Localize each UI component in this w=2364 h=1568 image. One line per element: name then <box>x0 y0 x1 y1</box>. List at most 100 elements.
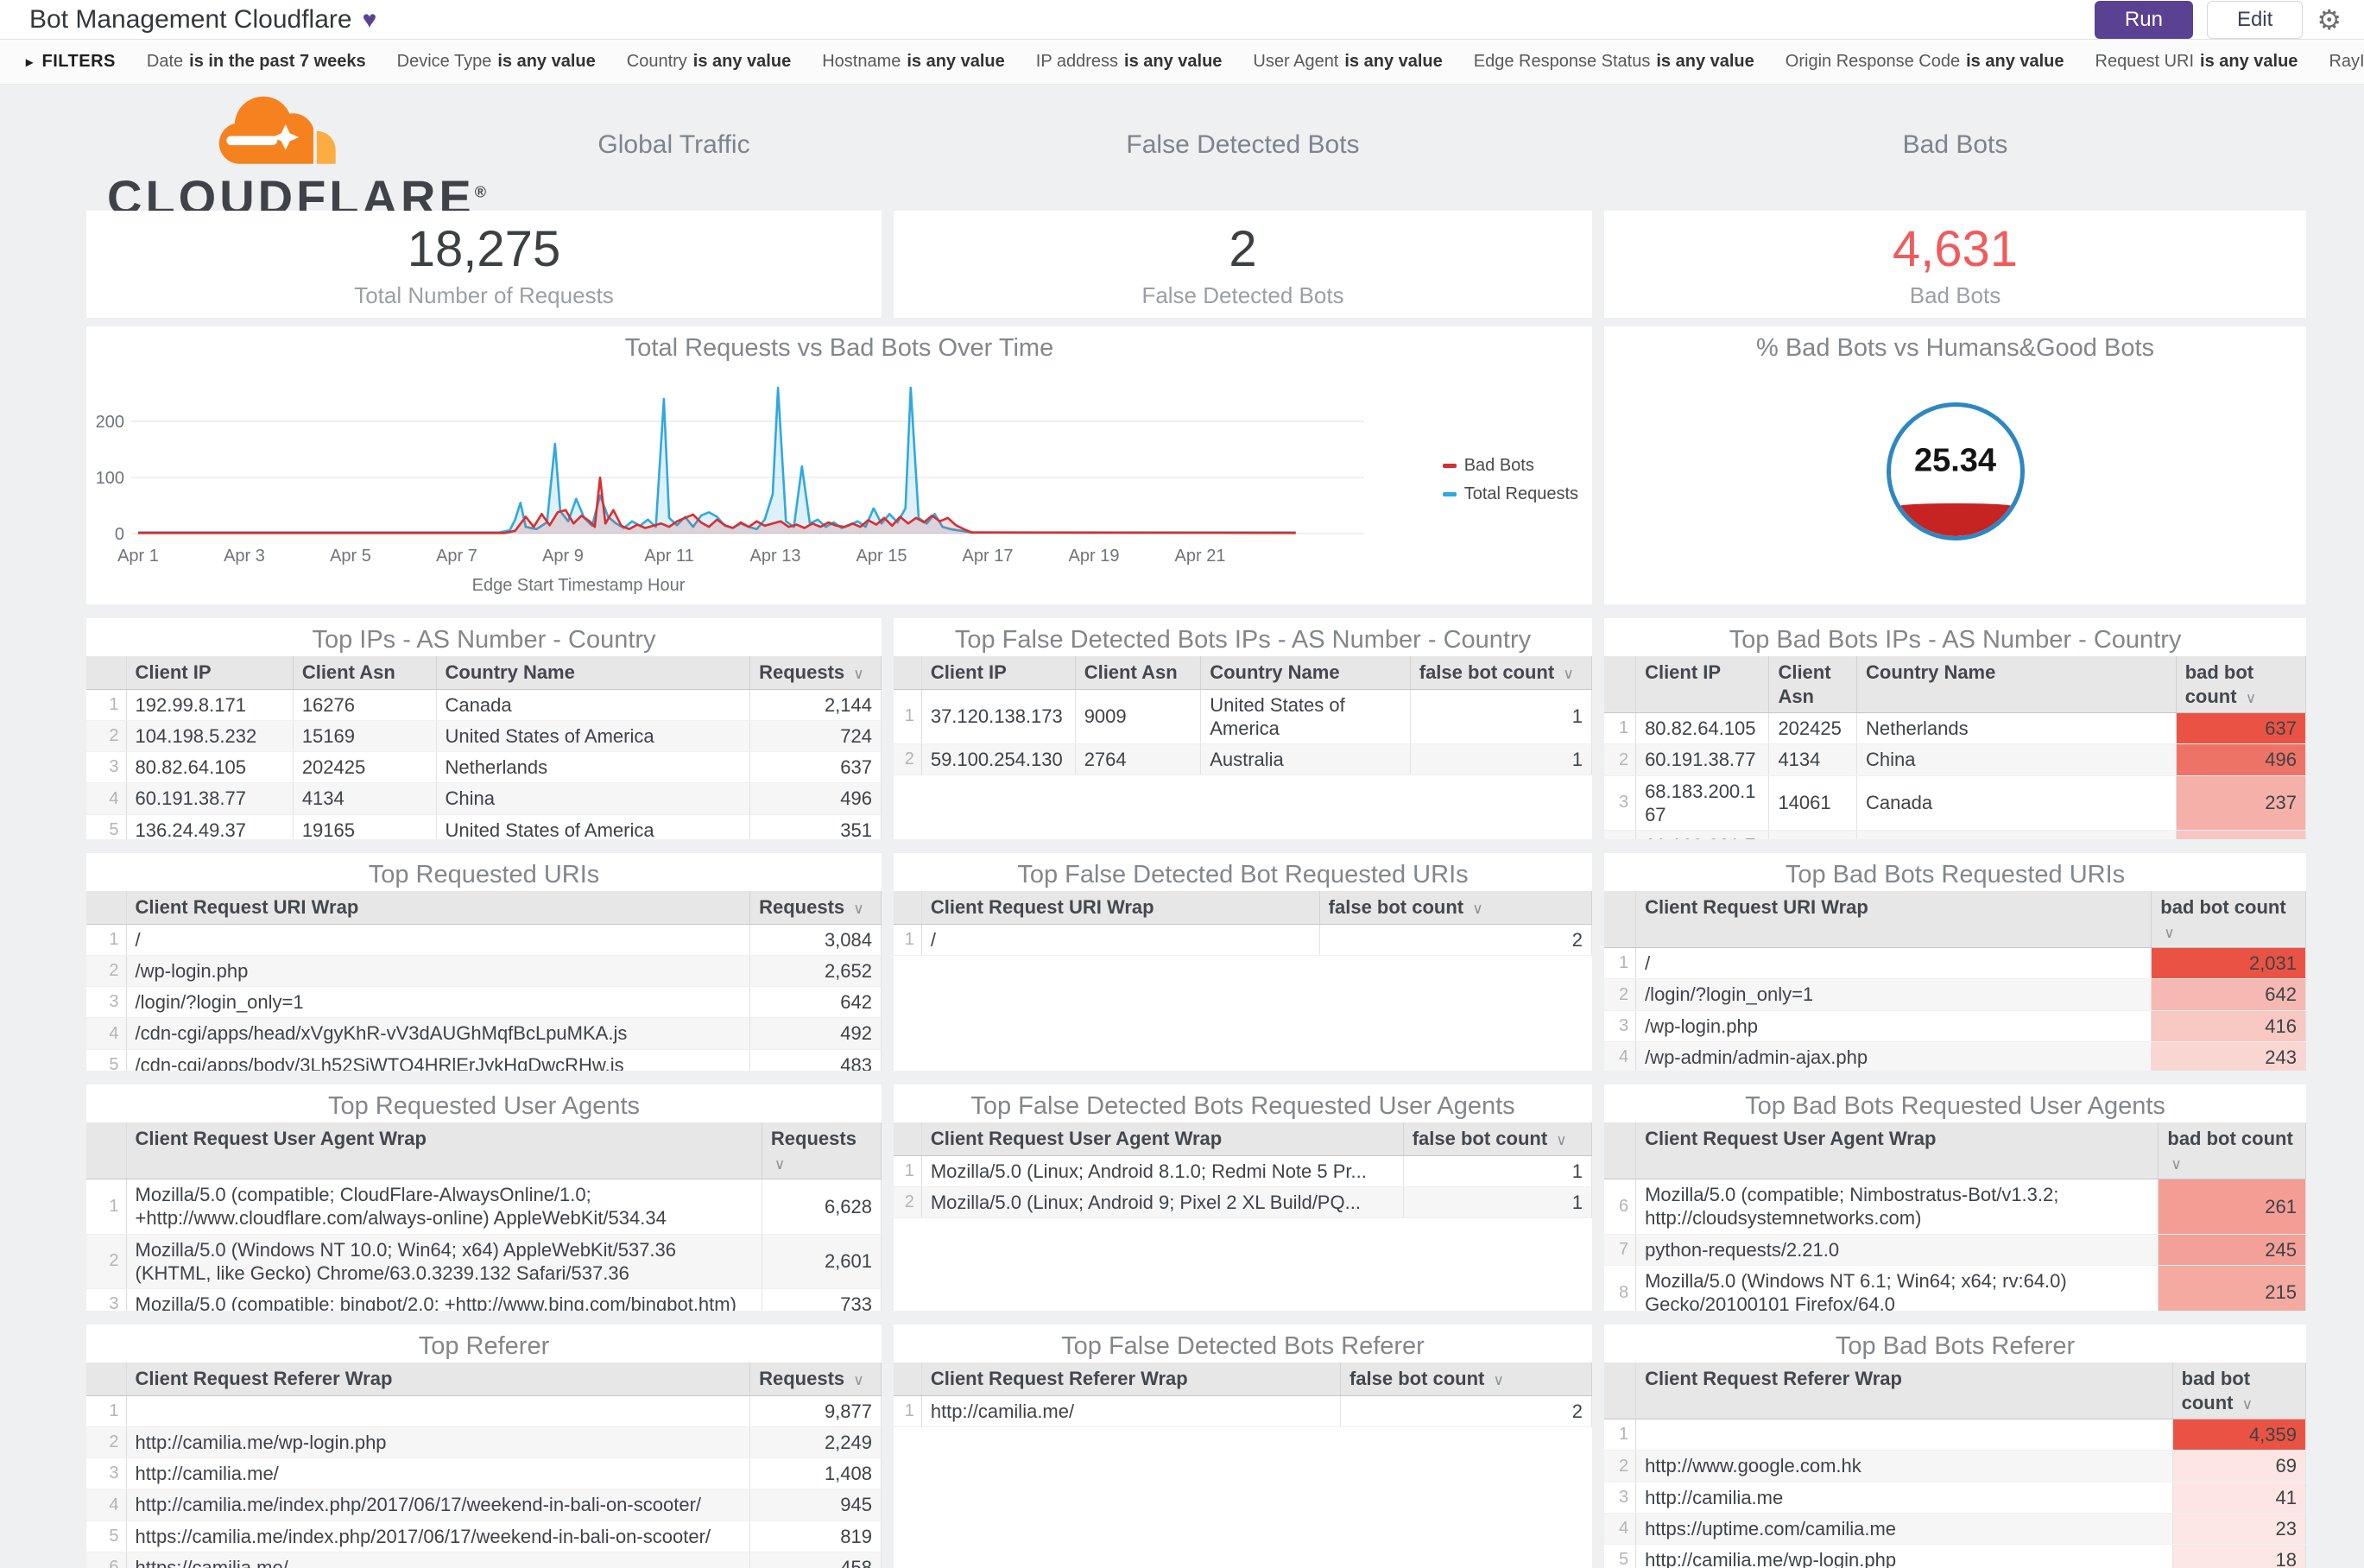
table-cell[interactable]: 60.191.38.77 <box>1635 743 1770 776</box>
table-cell[interactable]: / <box>1635 947 2152 980</box>
table-row[interactable]: 3 http://camilia.me/1,408 <box>86 1457 882 1490</box>
table-cell[interactable]: https://camilia.me/index.php/2017/06/17/… <box>126 1521 751 1552</box>
table-cell[interactable]: Mozilla/5.0 (Windows NT 6.1; Win64; x64;… <box>1635 1265 2159 1311</box>
count-cell[interactable]: 41 <box>2172 1482 2306 1514</box>
table-row[interactable]: 5 http://camilia.me/wp-login.php 18 <box>1604 1544 2306 1568</box>
table-cell[interactable]: /wp-admin/admin-ajax.php <box>1635 1041 2152 1071</box>
count-cell[interactable]: 1,408 <box>749 1457 882 1490</box>
table-row[interactable]: 4/wp-admin/admin-ajax.php 243 <box>1604 1041 2306 1071</box>
count-column-header[interactable]: Requests ∨ <box>762 1122 882 1179</box>
table-cell[interactable]: http://camilia.me/ <box>126 1457 751 1490</box>
table-row[interactable]: 1 192.99.8.171 16276 Canada 2,144 <box>86 689 882 721</box>
table-cell[interactable]: http://camilia.me/ <box>921 1395 1341 1427</box>
table-row[interactable]: 2/wp-login.php 2,652 <box>86 955 882 988</box>
column-header[interactable]: Country Name <box>1200 656 1411 690</box>
count-cell[interactable]: 215 <box>2158 1265 2306 1311</box>
column-header[interactable]: Client Request Referer Wrap <box>126 1363 751 1396</box>
run-button[interactable]: Run <box>2094 0 2193 39</box>
count-cell[interactable]: 2,601 <box>762 1234 882 1290</box>
count-column-header[interactable]: Requests ∨ <box>749 891 882 925</box>
table-row[interactable]: 3/login/?login_only=1 642 <box>86 986 882 1019</box>
table-row[interactable]: 1 Mozilla/5.0 (compatible; CloudFlare-Alw… <box>86 1179 882 1235</box>
column-header[interactable]: Client IP <box>1635 656 1770 713</box>
table-row[interactable]: 1 Mozilla/5.0 (Linux; Android 8.1.0; Redm… <box>894 1155 1592 1187</box>
table-row[interactable]: 5/cdn-cgi/apps/body/3Lh52SjWTQ4HRlErJykH… <box>86 1049 882 1071</box>
table-cell[interactable]: 202425 <box>1768 712 1857 745</box>
count-column-header[interactable]: false bot count ∨ <box>1319 891 1592 925</box>
count-cell[interactable]: 9,877 <box>749 1395 882 1427</box>
count-cell[interactable]: 496 <box>749 782 882 815</box>
table-cell[interactable]: /login/?login_only=1 <box>1635 978 2152 1011</box>
column-header[interactable]: Client Asn <box>1768 656 1857 713</box>
table-cell[interactable]: python-requests/2.21.0 <box>1635 1234 2159 1266</box>
table-cell[interactable]: 37.120.138.173 <box>921 689 1076 745</box>
count-cell[interactable]: 3,084 <box>749 924 882 956</box>
table-cell[interactable]: /wp-login.php <box>1635 1010 2152 1042</box>
table-cell[interactable]: 60.191.38.77 <box>126 782 294 815</box>
count-cell[interactable]: 23 <box>2172 1513 2306 1546</box>
count-cell[interactable]: 144 <box>2176 830 2306 839</box>
table-cell[interactable]: 61.160.221.73 <box>1635 830 1770 839</box>
table-cell[interactable]: 15169 <box>293 720 437 753</box>
table-cell[interactable]: China <box>1856 743 2177 776</box>
filter-user-agent[interactable]: User Agent is any value <box>1253 52 1442 72</box>
count-cell[interactable]: 6,628 <box>762 1179 882 1235</box>
table-row[interactable]: 5 136.24.49.37 19165 United States of Ameri… <box>86 814 882 839</box>
table-row[interactable]: 4/cdn-cgi/apps/head/xVgyKhR-vV3dAUGhMqfB… <box>86 1017 882 1050</box>
count-column-header[interactable]: false bot count ∨ <box>1410 656 1592 690</box>
count-column-header[interactable]: Requests ∨ <box>749 656 882 690</box>
count-cell[interactable]: 642 <box>749 986 882 1019</box>
filters-toggle[interactable]: ▸ FILTERS <box>26 52 116 72</box>
table-cell[interactable]: Australia <box>1200 743 1411 776</box>
table-row[interactable]: 3 Mozilla/5.0 (compatible; bingbot/2.0; +… <box>86 1288 882 1311</box>
table-row[interactable]: 7 python-requests/2.21.0 245 <box>1604 1234 2306 1266</box>
table-cell[interactable]: Mozilla/5.0 (Linux; Android 9; Pixel 2 X… <box>921 1186 1404 1219</box>
table-cell[interactable]: 23650 <box>1768 830 1857 839</box>
table-row[interactable]: 1 http://camilia.me/2 <box>894 1395 1592 1427</box>
column-header[interactable]: Country Name <box>436 656 751 690</box>
table-cell[interactable]: Canada <box>436 689 751 721</box>
filter-date[interactable]: Date is in the past 7 weeks <box>147 52 366 72</box>
filter-device-type[interactable]: Device Type is any value <box>397 52 596 72</box>
filter-edge-response-status[interactable]: Edge Response Status is any value <box>1474 52 1754 72</box>
count-column-header[interactable]: false bot count ∨ <box>1403 1122 1592 1156</box>
count-cell[interactable]: 496 <box>2176 743 2306 776</box>
table-cell[interactable]: 19165 <box>293 814 437 839</box>
table-cell[interactable]: Mozilla/5.0 (compatible; Nimbostratus-Bo… <box>1635 1179 2159 1235</box>
count-cell[interactable]: 819 <box>749 1521 882 1552</box>
table-row[interactable]: 6 Mozilla/5.0 (compatible; Nimbostratus-B… <box>1604 1179 2306 1235</box>
count-column-header[interactable]: bad bot count ∨ <box>2176 656 2306 713</box>
table-row[interactable]: 3 http://camilia.me 41 <box>1604 1482 2306 1514</box>
count-cell[interactable]: 733 <box>762 1288 882 1311</box>
count-column-header[interactable]: false bot count ∨ <box>1340 1363 1592 1396</box>
table-row[interactable]: 1 4,359 <box>1604 1419 2306 1451</box>
count-cell[interactable]: 2,652 <box>749 955 882 988</box>
table-cell[interactable]: Netherlands <box>436 751 751 784</box>
table-cell[interactable] <box>126 1395 751 1427</box>
count-cell[interactable]: 642 <box>2151 978 2306 1011</box>
table-cell[interactable]: 14061 <box>1768 775 1857 831</box>
column-header[interactable]: Client Request Referer Wrap <box>1635 1363 2173 1419</box>
table-cell[interactable]: United States of America <box>1200 689 1411 745</box>
count-column-header[interactable]: bad bot count ∨ <box>2158 1122 2306 1179</box>
column-header[interactable]: Client Request URI Wrap <box>126 891 751 925</box>
table-row[interactable]: 6 https://camilia.me/458 <box>86 1552 882 1568</box>
count-cell[interactable]: 2,031 <box>2151 947 2306 980</box>
column-header[interactable]: Client IP <box>921 656 1076 690</box>
table-cell[interactable]: 68.183.200.167 <box>1635 775 1770 831</box>
table-row[interactable]: 2 http://www.google.com.hk 69 <box>1604 1450 2306 1483</box>
table-cell[interactable]: United States of America <box>436 814 751 839</box>
table-cell[interactable] <box>1635 1419 2173 1451</box>
table-row[interactable]: 4 60.191.38.77 4134 China 496 <box>86 782 882 815</box>
count-column-header[interactable]: bad bot count ∨ <box>2151 891 2306 948</box>
filter-rayid[interactable]: RayIDis any value <box>2329 52 2364 72</box>
table-row[interactable]: 4 http://camilia.me/index.php/2017/06/17/… <box>86 1489 882 1521</box>
count-cell[interactable]: 351 <box>749 814 882 839</box>
table-row[interactable]: 2 60.191.38.77 4134 China 496 <box>1604 743 2306 776</box>
table-cell[interactable]: http://www.google.com.hk <box>1635 1450 2173 1483</box>
count-cell[interactable]: 261 <box>2158 1179 2306 1235</box>
table-row[interactable]: 461.160.221.7323650China144 <box>1604 830 2306 839</box>
table-cell[interactable]: China <box>436 782 751 815</box>
table-cell[interactable]: 4134 <box>1768 743 1857 776</box>
filter-country[interactable]: Country is any value <box>627 52 791 72</box>
